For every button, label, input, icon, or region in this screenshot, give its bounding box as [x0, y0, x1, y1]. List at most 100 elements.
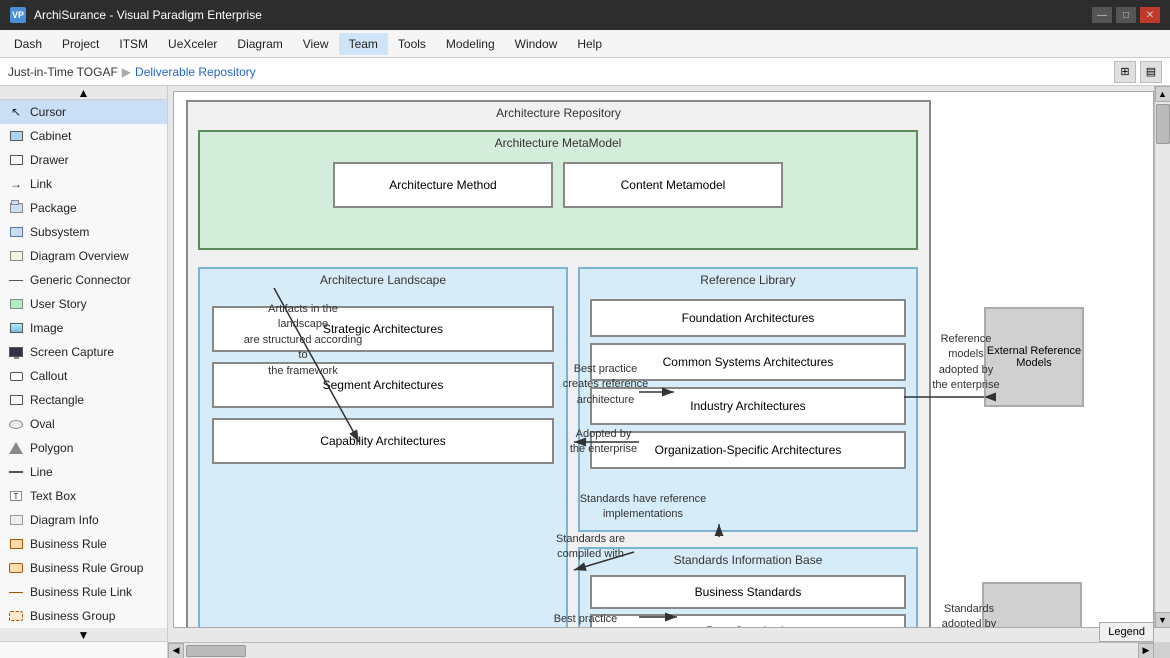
grid-view-icon[interactable]: ⊞: [1114, 61, 1136, 83]
sidebar-scroll-down[interactable]: ▼: [0, 628, 167, 642]
architecture-method-label: Architecture Method: [389, 178, 496, 192]
sidebar-item-business-rule-group[interactable]: Business Rule Group: [0, 556, 167, 580]
breadcrumb-icons: ⊞ ▤: [1114, 61, 1162, 83]
menu-tools[interactable]: Tools: [388, 33, 436, 55]
sidebar-item-diagram-info[interactable]: Diagram Info: [0, 508, 167, 532]
sidebar: ▲ ↖ Cursor Cabinet Drawer → Link Package…: [0, 86, 168, 658]
user-story-icon: [8, 296, 24, 312]
sidebar-item-subsystem[interactable]: Subsystem: [0, 220, 167, 244]
screen-capture-icon: [8, 344, 24, 360]
scroll-right-button[interactable]: ▶: [1138, 643, 1154, 658]
sidebar-item-callout[interactable]: Callout: [0, 364, 167, 388]
menubar: Dash Project ITSM UeXceler Diagram View …: [0, 30, 1170, 58]
sidebar-item-polygon[interactable]: Polygon: [0, 436, 167, 460]
maximize-button[interactable]: □: [1116, 7, 1136, 23]
menu-window[interactable]: Window: [505, 33, 568, 55]
horizontal-scrollbar[interactable]: ◀ ▶: [168, 642, 1154, 658]
scroll-thumb-h[interactable]: [186, 645, 246, 657]
industry-architectures-label: Industry Architectures: [690, 399, 805, 413]
menu-team[interactable]: Team: [339, 33, 388, 55]
sidebar-item-image[interactable]: Image: [0, 316, 167, 340]
sidebar-item-diagram-overview[interactable]: Diagram Overview: [0, 244, 167, 268]
line-icon: [8, 464, 24, 480]
sidebar-item-screen-capture[interactable]: Screen Capture: [0, 340, 167, 364]
capability-architectures-box[interactable]: Capability Architectures: [212, 418, 554, 464]
layout-view-icon[interactable]: ▤: [1140, 61, 1162, 83]
sidebar-item-package[interactable]: Package: [0, 196, 167, 220]
business-group-icon: [8, 608, 24, 624]
rectangle-icon: [8, 392, 24, 408]
architecture-method-box[interactable]: Architecture Method: [333, 162, 553, 208]
sidebar-item-link[interactable]: → Link: [0, 172, 167, 196]
sidebar-item-business-rule[interactable]: Business Rule: [0, 532, 167, 556]
sidebar-label-diagram-info: Diagram Info: [30, 513, 99, 527]
vertical-scrollbar[interactable]: ▲ ▼: [1154, 86, 1170, 628]
window-controls: — □ ✕: [1092, 7, 1160, 23]
menu-diagram[interactable]: Diagram: [227, 33, 292, 55]
breadcrumb-bar: Just-in-Time TOGAF ▶ Deliverable Reposit…: [0, 58, 1170, 86]
data-standards-label: Data Standards: [706, 624, 789, 628]
sidebar-label-business-rule-group: Business Rule Group: [30, 561, 143, 575]
architecture-repository-label: Architecture Repository: [188, 102, 929, 124]
adopted-annotation: Adopted bythe enterprise: [556, 427, 651, 458]
close-button[interactable]: ✕: [1140, 7, 1160, 23]
image-icon: [8, 320, 24, 336]
scroll-down-button[interactable]: ▼: [1155, 612, 1170, 628]
content-metamodel-label: Content Metamodel: [621, 178, 726, 192]
sidebar-item-business-group[interactable]: Business Group: [0, 604, 167, 628]
business-standards-box[interactable]: Business Standards: [590, 575, 906, 609]
metamodel-inner: Architecture Method Content Metamodel: [200, 154, 916, 216]
foundation-architectures-box[interactable]: Foundation Architectures: [590, 299, 906, 337]
menu-itsm[interactable]: ITSM: [109, 33, 158, 55]
breadcrumb-parent[interactable]: Just-in-Time TOGAF: [8, 65, 118, 79]
sidebar-label-business-rule: Business Rule: [30, 537, 107, 551]
architecture-metamodel-box[interactable]: Architecture MetaModel Architecture Meth…: [198, 130, 918, 250]
architecture-repository-box[interactable]: Architecture Repository Architecture Met…: [186, 100, 931, 628]
sidebar-item-rectangle[interactable]: Rectangle: [0, 388, 167, 412]
sidebar-label-cabinet: Cabinet: [30, 129, 71, 143]
titlebar: VP ArchiSurance - Visual Paradigm Enterp…: [0, 0, 1170, 30]
link-icon: →: [8, 176, 24, 192]
menu-project[interactable]: Project: [52, 33, 109, 55]
menu-view[interactable]: View: [293, 33, 339, 55]
sidebar-item-user-story[interactable]: User Story: [0, 292, 167, 316]
sidebar-label-text-box: Text Box: [30, 489, 76, 503]
menu-uexceler[interactable]: UeXceler: [158, 33, 227, 55]
business-rule-link-icon: [8, 584, 24, 600]
sidebar-label-line: Line: [30, 465, 53, 479]
diagram-overview-icon: [8, 248, 24, 264]
minimize-button[interactable]: —: [1092, 7, 1112, 23]
diagram-canvas[interactable]: Architecture Repository Architecture Met…: [173, 91, 1154, 628]
sidebar-scroll-up[interactable]: ▲: [0, 86, 167, 100]
sidebar-label-cursor: Cursor: [30, 105, 66, 119]
sidebar-item-generic-connector[interactable]: Generic Connector: [0, 268, 167, 292]
drawer-icon: [8, 152, 24, 168]
scroll-left-button[interactable]: ◀: [168, 643, 184, 658]
sidebar-label-callout: Callout: [30, 369, 67, 383]
foundation-architectures-label: Foundation Architectures: [682, 311, 815, 325]
scroll-thumb-v[interactable]: [1156, 104, 1170, 144]
legend-button[interactable]: Legend: [1099, 622, 1154, 642]
sidebar-label-generic-connector: Generic Connector: [30, 273, 131, 287]
org-specific-label: Organization-Specific Architectures: [655, 443, 842, 457]
business-standards-label: Business Standards: [695, 585, 802, 599]
content-metamodel-box[interactable]: Content Metamodel: [563, 162, 783, 208]
menu-dash[interactable]: Dash: [4, 33, 52, 55]
text-box-icon: T: [8, 488, 24, 504]
sidebar-item-oval[interactable]: Oval: [0, 412, 167, 436]
best-practice-ref-annotation: Best practicecreates referencearchitectu…: [558, 362, 653, 408]
menu-modeling[interactable]: Modeling: [436, 33, 505, 55]
breadcrumb-separator: ▶: [122, 65, 131, 79]
sidebar-item-cursor[interactable]: ↖ Cursor: [0, 100, 167, 124]
sidebar-item-cabinet[interactable]: Cabinet: [0, 124, 167, 148]
breadcrumb-current[interactable]: Deliverable Repository: [135, 65, 256, 79]
sidebar-item-drawer[interactable]: Drawer: [0, 148, 167, 172]
capability-architectures-label: Capability Architectures: [320, 434, 445, 448]
sidebar-label-polygon: Polygon: [30, 441, 73, 455]
cursor-icon: ↖: [8, 104, 24, 120]
sidebar-item-line[interactable]: Line: [0, 460, 167, 484]
sidebar-item-business-rule-link[interactable]: Business Rule Link: [0, 580, 167, 604]
scroll-up-button[interactable]: ▲: [1155, 86, 1170, 102]
menu-help[interactable]: Help: [567, 33, 612, 55]
sidebar-item-text-box[interactable]: T Text Box: [0, 484, 167, 508]
